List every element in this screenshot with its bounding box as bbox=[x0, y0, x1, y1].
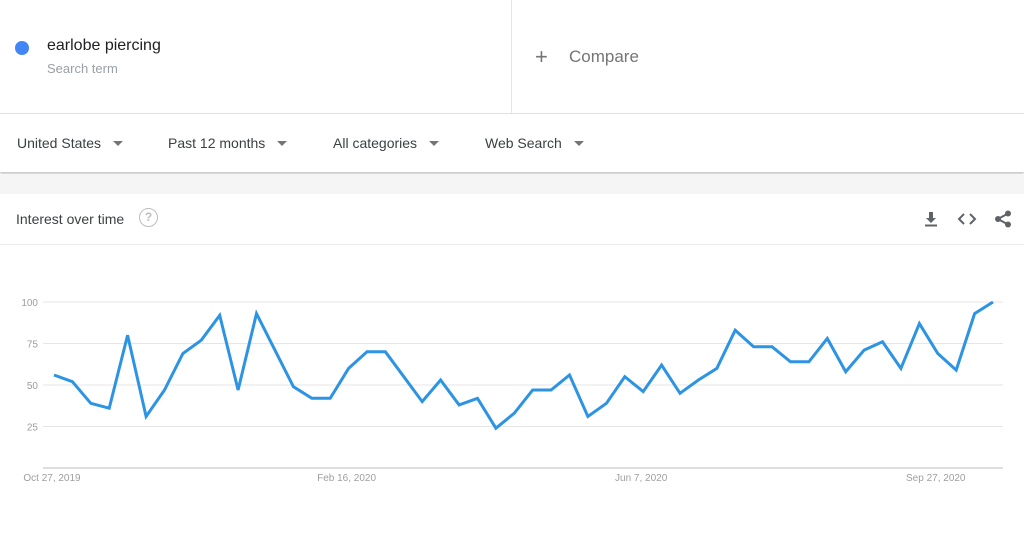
x-tick-label: Oct 27, 2019 bbox=[23, 473, 81, 484]
x-tick-label: Jun 7, 2020 bbox=[615, 473, 668, 484]
series-line-earlobe-piercing[interactable] bbox=[53, 300, 994, 431]
y-tick-label: 100 bbox=[21, 298, 38, 309]
interest-line-chart[interactable]: 25 50 75 100 Oct 27, 2019 Feb 16, 2020 Jun 7, … bbox=[0, 0, 1024, 543]
y-tick-label: 75 bbox=[27, 340, 39, 351]
x-tick-label: Sep 27, 2020 bbox=[906, 473, 966, 484]
y-tick-label: 25 bbox=[27, 423, 39, 434]
y-tick-label: 50 bbox=[27, 381, 39, 392]
x-tick-label: Feb 16, 2020 bbox=[317, 473, 376, 484]
